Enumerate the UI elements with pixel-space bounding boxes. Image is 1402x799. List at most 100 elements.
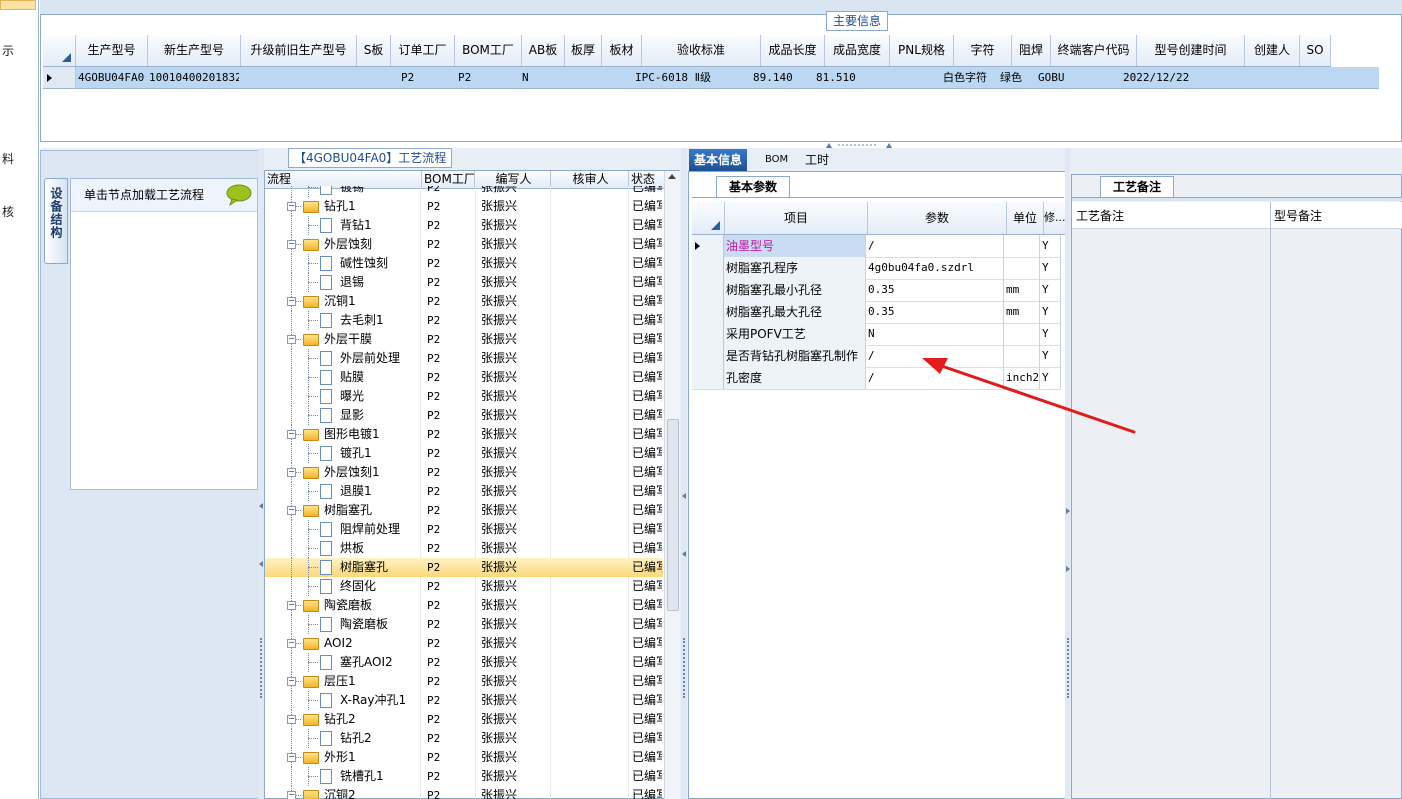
param-unit[interactable]: mm	[1004, 279, 1040, 301]
column-header[interactable]: 创建人	[1245, 35, 1300, 66]
column-header[interactable]: 修...	[1044, 202, 1066, 234]
column-header[interactable]: 升级前旧生产型号	[241, 35, 357, 66]
tree-node[interactable]: − 外层蚀刻1 P2 张振兴 已编写	[265, 463, 663, 482]
column-header[interactable]: 型号创建时间	[1137, 35, 1245, 66]
tree-node[interactable]: − AOI2 P2 张振兴 已编写	[265, 634, 663, 653]
collapse-toggle-icon[interactable]: −	[287, 753, 296, 762]
column-header[interactable]: 成品长度	[761, 35, 825, 66]
column-header[interactable]: BOM工厂	[455, 35, 522, 66]
param-value[interactable]: 0.35	[866, 279, 1004, 301]
tab-work-hours[interactable]: 工时	[800, 149, 834, 171]
row-indicator[interactable]	[692, 323, 724, 345]
tree-node[interactable]: 陶瓷磨板 P2 张振兴 已编写	[265, 615, 663, 634]
equipment-tree-box[interactable]	[70, 178, 258, 490]
speech-bubble-icon[interactable]	[226, 184, 252, 206]
equipment-structure-tab[interactable]: 设备结构	[44, 178, 68, 264]
tree-node[interactable]: − 钻孔1 P2 张振兴 已编写	[265, 197, 663, 216]
param-item[interactable]: 树脂塞孔最大孔径	[724, 301, 866, 323]
tree-node[interactable]: − 外层干膜 P2 张振兴 已编写	[265, 330, 663, 349]
column-header[interactable]: 参数	[868, 202, 1007, 234]
left-nav-label[interactable]: 示	[2, 42, 14, 59]
column-header[interactable]: S板	[357, 35, 391, 66]
tree-node[interactable]: 终固化 P2 张振兴 已编写	[265, 577, 663, 596]
left-nav-label[interactable]: 料	[2, 150, 14, 167]
tree-node[interactable]: − 图形电镀1 P2 张振兴 已编写	[265, 425, 663, 444]
table-cell[interactable]: P2	[450, 67, 516, 88]
tree-node[interactable]: 曝光 P2 张振兴 已编写	[265, 387, 663, 406]
tree-node[interactable]: 铣槽孔1 P2 张振兴 已编写	[265, 767, 663, 786]
column-header[interactable]: 项目	[725, 202, 868, 234]
tree-node[interactable]: 外层前处理 P2 张振兴 已编写	[265, 349, 663, 368]
column-header[interactable]: SO	[1300, 35, 1331, 66]
column-header[interactable]: AB板	[522, 35, 565, 66]
process-remark-textarea[interactable]	[1073, 229, 1269, 798]
column-header[interactable]: 成品宽度	[825, 35, 890, 66]
right-vertical-splitter[interactable]	[1065, 148, 1070, 799]
column-header[interactable]: 板材	[602, 35, 642, 66]
column-header[interactable]: 字符	[954, 35, 1012, 66]
tab-bom[interactable]: BOM	[760, 149, 793, 171]
row-indicator[interactable]	[692, 257, 724, 279]
collapse-toggle-icon[interactable]: −	[287, 715, 296, 724]
table-cell[interactable]: 81.510	[814, 67, 878, 88]
collapse-left-arrow-icon[interactable]	[259, 503, 263, 509]
collapse-toggle-icon[interactable]: −	[287, 297, 296, 306]
table-cell[interactable]	[1282, 67, 1312, 88]
left-nav-label[interactable]: 核	[2, 203, 14, 220]
row-indicator[interactable]	[692, 345, 724, 367]
tree-node[interactable]: − 陶瓷磨板 P2 张振兴 已编写	[265, 596, 663, 615]
collapse-right-arrow-icon[interactable]	[1066, 508, 1070, 514]
param-row[interactable]: 树脂塞孔最大孔径 0.35 mm Y	[692, 301, 1061, 324]
tab-basic-info[interactable]: 基本信息	[689, 149, 748, 171]
tree-node[interactable]: − 外层蚀刻 P2 张振兴 已编写	[265, 235, 663, 254]
scrollbar-thumb[interactable]	[667, 419, 679, 611]
grid-corner[interactable]	[692, 202, 725, 234]
tree-node[interactable]: 去毛刺1 P2 张振兴 已编写	[265, 311, 663, 330]
row-indicator[interactable]	[43, 67, 76, 88]
tree-node[interactable]: 退膜1 P2 张振兴 已编写	[265, 482, 663, 501]
table-row[interactable]: 4GOBU04FA0 10010400201832 P2 P2 N IPC-60…	[43, 67, 1379, 89]
collapse-toggle-icon[interactable]: −	[287, 202, 296, 211]
tree-node[interactable]: 碱性蚀刻 P2 张振兴 已编写	[265, 254, 663, 273]
tree-node[interactable]: 显影 P2 张振兴 已编写	[265, 406, 663, 425]
row-indicator[interactable]	[692, 279, 724, 301]
table-cell[interactable]: N	[516, 67, 558, 88]
row-indicator[interactable]	[692, 301, 724, 323]
collapse-toggle-icon[interactable]: −	[287, 677, 296, 686]
table-cell[interactable]: 89.140	[751, 67, 814, 88]
table-cell[interactable]: 4GOBU04FA0	[76, 67, 147, 88]
column-header[interactable]: 单位	[1007, 202, 1044, 234]
param-flag[interactable]: Y	[1040, 301, 1061, 323]
scroll-up-arrow-icon[interactable]	[668, 174, 676, 179]
table-cell[interactable]: 10010400201832	[147, 67, 239, 88]
tree-node[interactable]: − 外形1 P2 张振兴 已编写	[265, 748, 663, 767]
param-flag[interactable]: Y	[1040, 235, 1061, 257]
collapse-toggle-icon[interactable]: −	[287, 639, 296, 648]
left-nav-highlight[interactable]	[0, 0, 36, 10]
table-cell[interactable]	[878, 67, 941, 88]
tree-node[interactable]: − 钻孔2 P2 张振兴 已编写	[265, 710, 663, 729]
column-header[interactable]: 终端客户代码	[1051, 35, 1137, 66]
tree-node[interactable]: 钻孔2 P2 张振兴 已编写	[265, 729, 663, 748]
table-cell[interactable]: 绿色	[998, 67, 1036, 88]
param-value[interactable]: 4g0bu04fa0.szdrl	[866, 257, 1004, 279]
param-unit[interactable]	[1004, 257, 1040, 279]
collapse-left-arrow-icon[interactable]	[259, 561, 263, 567]
param-item[interactable]: 树脂塞孔程序	[724, 257, 866, 279]
tab-process-remarks[interactable]: 工艺备注	[1100, 176, 1174, 198]
tree-scrollbar[interactable]	[664, 171, 680, 799]
tree-node[interactable]: − 沉铜1 P2 张振兴 已编写	[265, 292, 663, 311]
collapse-toggle-icon[interactable]: −	[287, 430, 296, 439]
tree-node[interactable]: 阻焊前处理 P2 张振兴 已编写	[265, 520, 663, 539]
collapse-toggle-icon[interactable]: −	[287, 240, 296, 249]
tree-node[interactable]: 背钻1 P2 张振兴 已编写	[265, 216, 663, 235]
table-cell[interactable]	[1312, 67, 1379, 88]
param-flag[interactable]: Y	[1040, 257, 1061, 279]
tab-basic-params[interactable]: 基本参数	[716, 176, 790, 198]
collapse-left-arrow-icon[interactable]	[682, 551, 686, 557]
collapse-toggle-icon[interactable]: −	[287, 506, 296, 515]
tree-node[interactable]: 烘板 P2 张振兴 已编写	[265, 539, 663, 558]
tree-node[interactable]: − 沉铜2 P2 张振兴 已编写	[265, 786, 663, 799]
column-header[interactable]: 新生产型号	[148, 35, 241, 66]
column-header[interactable]: 板厚	[565, 35, 602, 66]
